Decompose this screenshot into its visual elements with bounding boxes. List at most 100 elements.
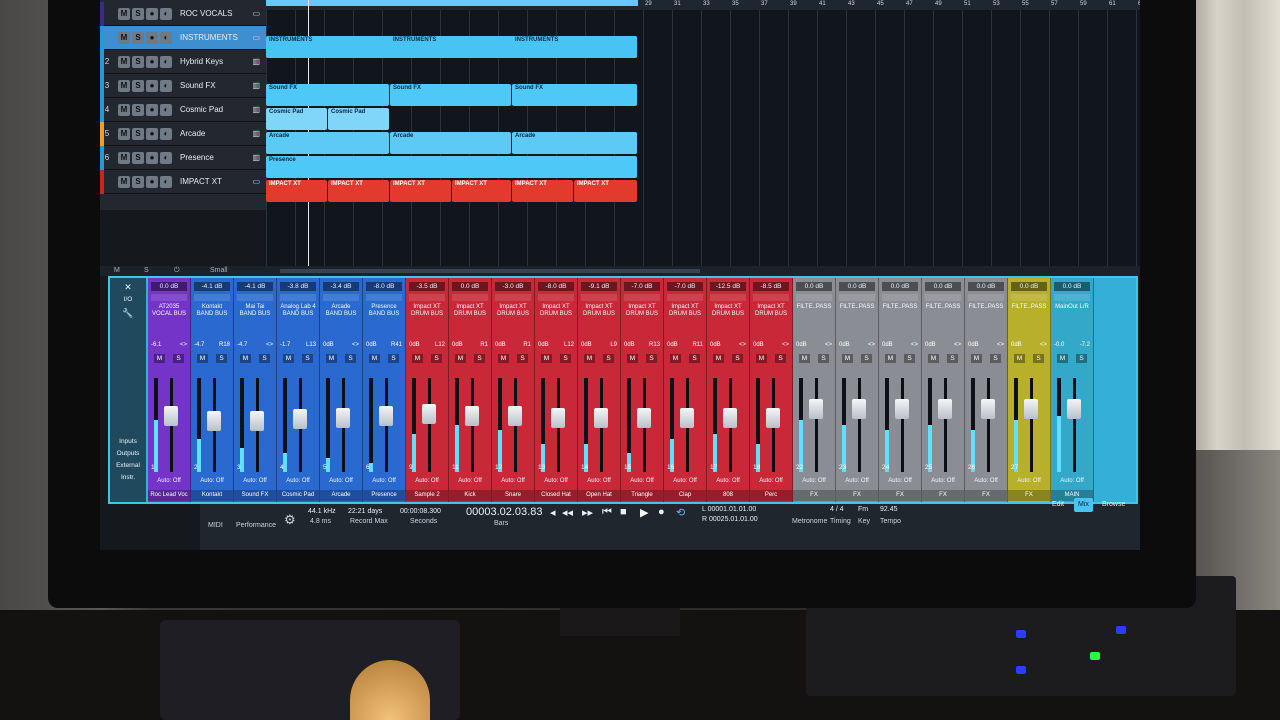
automation-mode[interactable]: Auto: Off — [452, 478, 488, 484]
channel-name[interactable]: FX — [879, 490, 921, 501]
channel-volume-readout[interactable]: -7.0 dB — [624, 282, 660, 291]
event-clip[interactable]: IMPACT XT — [390, 180, 451, 202]
event-clip[interactable]: IMPACT XT — [452, 180, 511, 202]
insert-slot[interactable] — [882, 294, 918, 301]
channel-name[interactable]: Arcade — [320, 490, 362, 501]
event-clip[interactable]: Presence — [266, 156, 637, 178]
solo-button[interactable]: S — [732, 354, 743, 363]
volume-fader[interactable] — [1067, 399, 1081, 419]
power-toggle[interactable]: ⏻ — [174, 267, 180, 275]
insert-slot[interactable] — [280, 294, 316, 301]
mute-button[interactable]: M — [842, 354, 853, 363]
mute-button[interactable]: M — [118, 151, 130, 164]
insert-slot[interactable] — [1011, 294, 1047, 301]
mute-button[interactable]: M — [928, 354, 939, 363]
automation-mode[interactable]: Auto: Off — [753, 478, 789, 484]
automation-mode[interactable]: Auto: Off — [624, 478, 660, 484]
track-header[interactable]: 5 M S ● ◐ Arcade ▥ — [100, 121, 266, 146]
event-clip[interactable]: Sound FX — [512, 84, 637, 106]
automation-mode[interactable]: Auto: Off — [882, 478, 918, 484]
loop-icon[interactable]: ⟲ — [676, 506, 685, 519]
event-clip[interactable]: Sound FX — [390, 84, 511, 106]
pan-control[interactable]: 0dB <> — [710, 342, 746, 350]
solo-button[interactable]: S — [603, 354, 614, 363]
side-outputs[interactable]: Outputs — [112, 450, 144, 457]
automation-mode[interactable]: Auto: Off — [581, 478, 617, 484]
solo-button[interactable]: S — [345, 354, 356, 363]
track-name[interactable]: ROC VOCALS — [180, 9, 252, 18]
volume-fader[interactable] — [895, 399, 909, 419]
automation-mode[interactable]: Auto: Off — [796, 478, 832, 484]
mute-button[interactable]: M — [584, 354, 595, 363]
channel-name[interactable]: Kontakt — [191, 490, 233, 501]
channel-volume-readout[interactable]: -12.5 dB — [710, 282, 746, 291]
channel-name[interactable]: Cosmic Pad — [277, 490, 319, 501]
console-scrollbar[interactable] — [280, 269, 700, 273]
channel-volume-readout[interactable]: 0.0 dB — [452, 282, 488, 291]
channel-volume-readout[interactable]: -7.0 dB — [667, 282, 703, 291]
automation-mode[interactable]: Auto: Off — [839, 478, 875, 484]
track-header[interactable]: M S ● ◐ IMPACT XT ▭ — [100, 169, 266, 194]
volume-fader[interactable] — [336, 408, 350, 428]
track-name[interactable]: IMPACT XT — [180, 177, 252, 186]
volume-fader[interactable] — [293, 409, 307, 429]
monitor-button[interactable]: ◐ — [160, 7, 172, 20]
insert-slot[interactable] — [194, 294, 230, 301]
event-clip[interactable]: INSTRUMENTS — [512, 36, 637, 58]
channel-output-bus[interactable]: FILTE..PASS — [925, 304, 961, 311]
mute-button[interactable]: M — [412, 354, 423, 363]
insert-slot[interactable] — [839, 294, 875, 301]
solo-button[interactable]: S — [173, 354, 184, 363]
solo-button[interactable]: S — [132, 175, 144, 188]
mute-button[interactable]: M — [756, 354, 767, 363]
mute-button[interactable]: M — [541, 354, 552, 363]
solo-button[interactable]: S — [947, 354, 958, 363]
event-clip[interactable]: INSTRUMENTS — [390, 36, 511, 58]
channel-volume-readout[interactable]: -3.5 dB — [409, 282, 445, 291]
monitor-button[interactable]: ◐ — [160, 175, 172, 188]
track-name[interactable]: Arcade — [180, 129, 252, 138]
mute-button[interactable]: M — [118, 79, 130, 92]
mute-button[interactable]: M — [118, 175, 130, 188]
pan-control[interactable]: 0dB R1 — [495, 342, 531, 350]
channel-name[interactable]: Closed Hat — [535, 490, 577, 501]
channel-output-bus[interactable]: Impact XT DRUM BUS — [495, 304, 531, 318]
record-arm-button[interactable]: ● — [146, 127, 158, 140]
pan-control[interactable]: 0dB R13 — [624, 342, 660, 350]
event-clip[interactable]: Sound FX — [266, 84, 389, 106]
channel-name[interactable]: FX — [793, 490, 835, 501]
channel-name[interactable]: 808 — [707, 490, 749, 501]
volume-fader[interactable] — [551, 408, 565, 428]
wrench-icon[interactable]: 🔧 — [112, 308, 144, 319]
monitor-button[interactable]: ◐ — [160, 127, 172, 140]
channel-volume-readout[interactable]: -3.0 dB — [495, 282, 531, 291]
rewind-icon[interactable]: ◂◂ — [562, 506, 573, 519]
pan-control[interactable]: 0dB <> — [796, 342, 832, 350]
mute-button[interactable]: M — [154, 354, 165, 363]
automation-mode[interactable]: Auto: Off — [667, 478, 703, 484]
track-name[interactable]: INSTRUMENTS — [180, 33, 252, 42]
insert-slot[interactable] — [366, 294, 402, 301]
mute-button[interactable]: M — [670, 354, 681, 363]
timing-value[interactable]: 4 / 4 — [830, 506, 844, 513]
channel-name[interactable]: Presence — [363, 490, 405, 501]
pan-control[interactable]: 0dB R41 — [366, 342, 402, 350]
mute-button[interactable]: M — [197, 354, 208, 363]
channel-volume-readout[interactable]: -3.8 dB — [280, 282, 316, 291]
event-clip[interactable]: Arcade — [512, 132, 637, 154]
monitor-button[interactable]: ◐ — [160, 31, 172, 44]
side-inputs[interactable]: Inputs — [112, 438, 144, 445]
volume-fader[interactable] — [164, 406, 178, 426]
mute-button[interactable]: M — [1057, 354, 1068, 363]
channel-name[interactable]: FX — [1008, 490, 1050, 501]
track-header[interactable]: 3 M S ● ◐ Sound FX ▥ — [100, 73, 266, 98]
mix-button[interactable]: Mix — [1074, 498, 1093, 512]
event-clip[interactable]: IMPACT XT — [328, 180, 389, 202]
solo-button[interactable]: S — [132, 151, 144, 164]
monitor-button[interactable]: ◐ — [160, 151, 172, 164]
volume-fader[interactable] — [809, 399, 823, 419]
stop-icon[interactable]: ■ — [620, 506, 627, 518]
automation-mode[interactable]: Auto: Off — [194, 478, 230, 484]
insert-slot[interactable] — [796, 294, 832, 301]
channel-name[interactable]: Sound FX — [234, 490, 276, 501]
